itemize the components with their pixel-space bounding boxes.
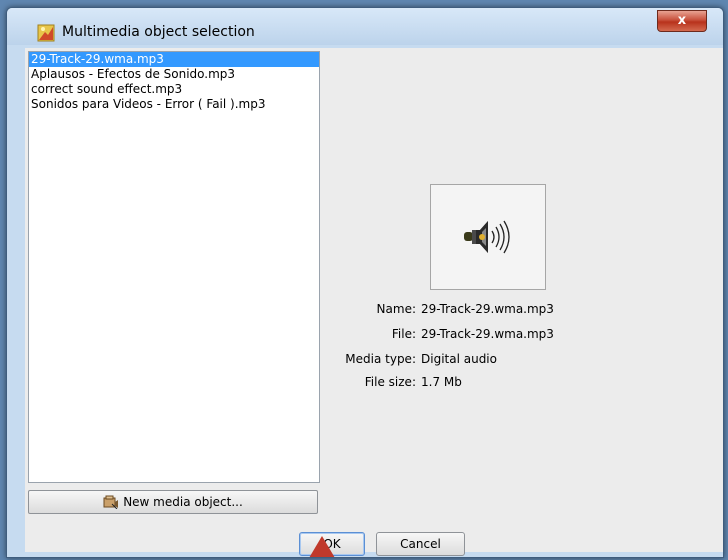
list-item[interactable]: Sonidos para Videos - Error ( Fail ).mp3	[29, 97, 319, 112]
cancel-button[interactable]: Cancel	[376, 532, 465, 556]
file-value: 29-Track-29.wma.mp3	[421, 327, 554, 341]
file-row: File: 29-Track-29.wma.mp3	[325, 326, 655, 342]
media-type-row: Media type: Digital audio	[325, 351, 655, 367]
dialog-content: 29-Track-29.wma.mp3 Aplausos - Efectos d…	[25, 48, 723, 556]
file-size-label: File size:	[364, 375, 416, 389]
list-item[interactable]: correct sound effect.mp3	[29, 82, 319, 97]
close-icon: x	[677, 13, 687, 28]
file-size-value: 1.7 Mb	[421, 375, 462, 389]
new-media-label: New media object...	[123, 495, 243, 509]
name-label: Name:	[376, 302, 416, 316]
new-media-object-button[interactable]: New media object...	[28, 490, 318, 514]
name-row: Name: 29-Track-29.wma.mp3	[325, 301, 655, 317]
cursor-arrow-icon	[309, 536, 335, 557]
media-file-list[interactable]: 29-Track-29.wma.mp3 Aplausos - Efectos d…	[28, 51, 320, 483]
multimedia-selection-dialog: Multimedia object selection x 29-Track-2…	[6, 7, 724, 558]
file-label: File:	[391, 327, 416, 341]
window-title: Multimedia object selection	[62, 24, 255, 40]
file-size-row: File size: 1.7 Mb	[325, 374, 655, 390]
media-type-value: Digital audio	[421, 352, 497, 366]
media-preview	[430, 184, 546, 290]
list-item[interactable]: Aplausos - Efectos de Sonido.mp3	[29, 67, 319, 82]
app-icon	[37, 24, 55, 42]
new-media-icon	[103, 495, 119, 509]
name-value: 29-Track-29.wma.mp3	[421, 302, 554, 316]
title-bar[interactable]: Multimedia object selection x	[7, 8, 723, 45]
list-item[interactable]: 29-Track-29.wma.mp3	[29, 52, 319, 67]
close-button[interactable]: x	[657, 10, 707, 32]
media-type-label: Media type:	[345, 352, 416, 366]
speaker-icon	[464, 220, 510, 254]
